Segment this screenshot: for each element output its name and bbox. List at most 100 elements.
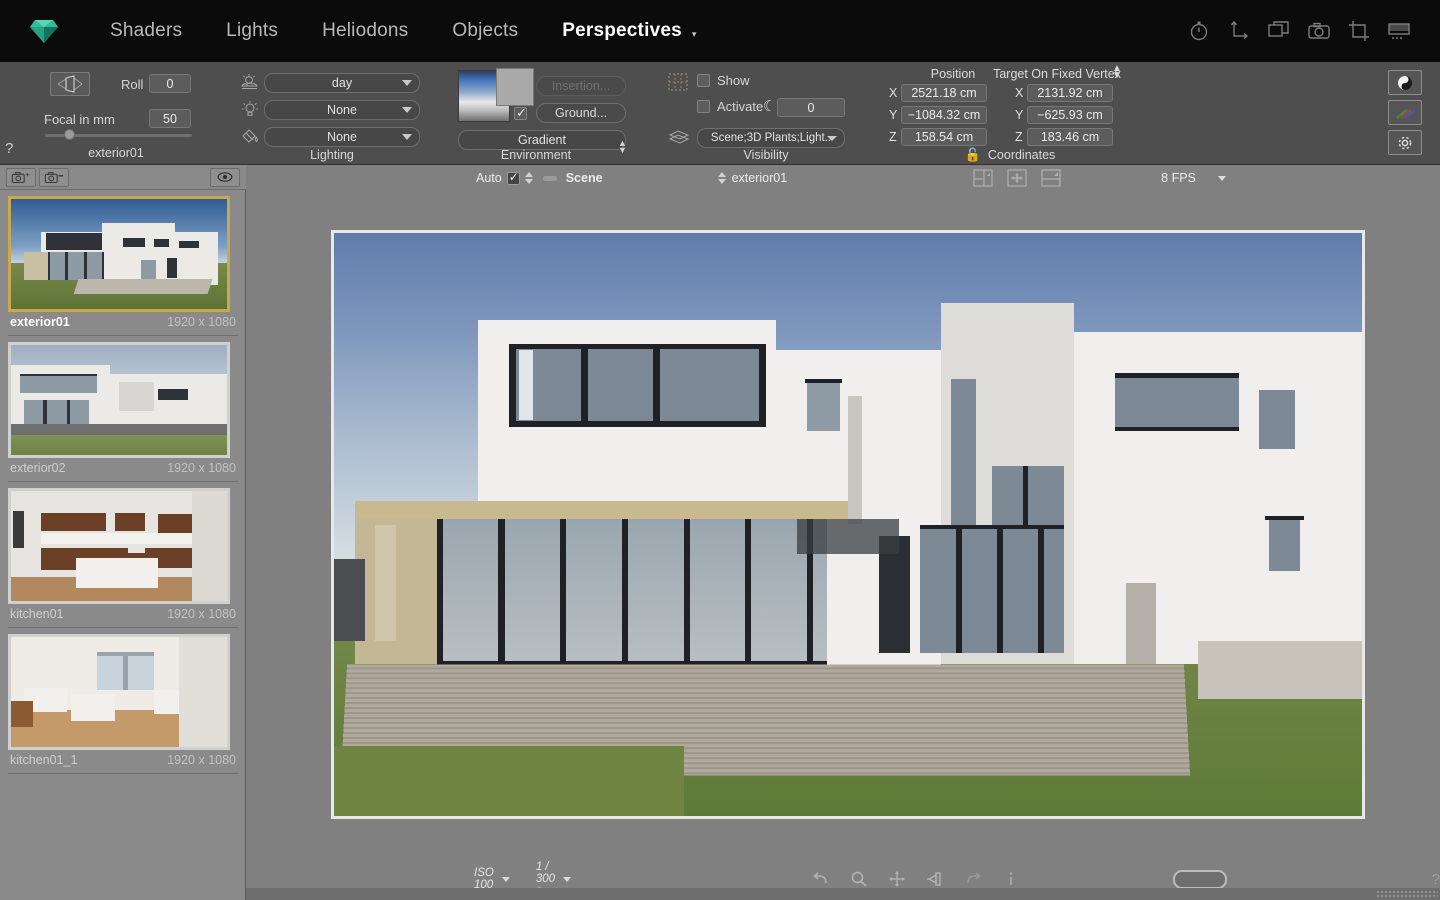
layers-value: Scene;3D Plants;Light..: [711, 132, 831, 144]
view-name: exterior02: [10, 461, 66, 475]
list-item[interactable]: exterior02 1920 x 1080: [0, 336, 246, 482]
chevron-down-icon[interactable]: [563, 877, 571, 882]
camera-icon[interactable]: [1306, 18, 1332, 44]
exterior-scene-preview: [11, 199, 227, 309]
menu-item-objects[interactable]: Objects: [430, 20, 540, 42]
zoom-icon[interactable]: [849, 870, 869, 888]
thumbnail-image[interactable]: [8, 488, 230, 604]
yin-yang-contrast-icon[interactable]: [1388, 70, 1422, 95]
axis-icon[interactable]: [1226, 18, 1252, 44]
environment-type-value: Gradient: [518, 133, 566, 147]
camera-minus-icon[interactable]: [39, 168, 69, 187]
kitchen-scene-preview: [11, 491, 227, 601]
heliodon-value: day: [332, 76, 352, 90]
layout-expand-icon[interactable]: [1041, 169, 1061, 187]
activate-input[interactable]: 0: [777, 98, 845, 117]
focal-slider[interactable]: [45, 134, 192, 137]
environment-group-title: Environment: [440, 148, 632, 162]
filmstrip-icon[interactable]: [1386, 18, 1412, 44]
views-thumbnail-list[interactable]: exterior01 1920 x 1080: [0, 190, 246, 900]
grass-foreground: [334, 746, 684, 816]
view-name: exterior01: [10, 315, 70, 329]
paint-bucket-icon: [240, 127, 260, 145]
thumbnail-image[interactable]: [8, 634, 230, 750]
target-z-input[interactable]: 183.46 cm: [1027, 128, 1113, 146]
list-item[interactable]: kitchen01 1920 x 1080: [0, 482, 246, 628]
window-bottom-strip: [246, 888, 1440, 900]
layout-center-icon[interactable]: [1007, 169, 1027, 187]
padlock-icon[interactable]: 🔓: [965, 147, 981, 163]
target-axis-z-label: Z: [1015, 130, 1023, 144]
layers-popup[interactable]: Scene;3D Plants;Light..: [697, 128, 845, 148]
environment-type-popup[interactable]: Gradient ▲▼: [458, 130, 626, 150]
render-canvas[interactable]: [331, 230, 1365, 819]
position-y-input[interactable]: −1084.32 cm: [901, 106, 987, 124]
insertion-button[interactable]: Insertion...: [536, 76, 626, 96]
pan-move-icon[interactable]: [887, 870, 907, 888]
timer-icon[interactable]: [1186, 18, 1212, 44]
chevron-down-icon[interactable]: [502, 877, 510, 882]
view-name: kitchen01: [10, 607, 64, 621]
resize-grip[interactable]: [1376, 890, 1438, 899]
focal-input[interactable]: 50: [149, 109, 191, 128]
menubar-tool-icons: [1186, 18, 1440, 44]
camera-plus-icon[interactable]: +: [6, 168, 36, 187]
ground-color-swatch[interactable]: [496, 68, 534, 106]
heliodon-popup[interactable]: day: [264, 73, 420, 93]
position-x-input[interactable]: 2521.18 cm: [901, 84, 987, 102]
show-checkbox[interactable]: [697, 74, 710, 87]
right-upper-window: [1115, 373, 1238, 431]
chevron-down-icon: [827, 136, 837, 141]
focal-slider-handle[interactable]: [64, 129, 75, 140]
position-z-input[interactable]: 158.54 cm: [901, 128, 987, 146]
perspective-cone-icon[interactable]: [50, 72, 90, 96]
camera-name-label: exterior01: [0, 146, 232, 160]
help-marker[interactable]: ?: [1432, 871, 1440, 888]
sidebar-toolbar: +: [0, 165, 246, 190]
target-x-input[interactable]: 2131.92 cm: [1027, 84, 1113, 102]
gear-settings-icon[interactable]: [1388, 130, 1422, 155]
preview-quality-slider[interactable]: [1173, 870, 1227, 889]
auto-checkbox[interactable]: [507, 172, 520, 185]
undo-icon[interactable]: [811, 870, 831, 888]
eye-icon[interactable]: [210, 168, 240, 187]
activate-checkbox[interactable]: [697, 100, 710, 113]
neon-popup[interactable]: None: [264, 100, 420, 120]
target-y-input[interactable]: −625.93 cm: [1027, 106, 1113, 124]
thumbnail-image[interactable]: [8, 196, 230, 312]
app-logo[interactable]: [0, 17, 88, 45]
scene-label: Scene: [566, 171, 603, 185]
scene-swatch-icon: [543, 176, 557, 181]
list-item[interactable]: kitchen01_1 1920 x 1080: [0, 628, 246, 774]
position-axis-z-label: Z: [889, 130, 897, 144]
ground-checkbox[interactable]: [514, 107, 527, 120]
menu-item-shaders[interactable]: Shaders: [88, 20, 204, 42]
sun-cloud-icon: [240, 73, 260, 91]
layers-icon: [667, 128, 691, 146]
menu-item-heliodons[interactable]: Heliodons: [300, 20, 430, 42]
thumbnail-image[interactable]: [8, 342, 230, 458]
spotlight-icon[interactable]: [925, 870, 945, 888]
window-icon[interactable]: [1266, 18, 1292, 44]
menu-item-lights[interactable]: Lights: [204, 20, 300, 42]
viewport-view-name: exterior01: [732, 171, 788, 185]
roll-input[interactable]: 0: [149, 74, 191, 93]
crop-icon[interactable]: [1346, 18, 1372, 44]
roll-label: Roll: [121, 77, 143, 92]
right-side-window: [1259, 390, 1295, 448]
dotted-grid-icon: [667, 72, 689, 92]
color-pencils-icon[interactable]: [1388, 100, 1422, 125]
target-stepper-icon[interactable]: ▲▼: [1112, 65, 1122, 79]
info-icon[interactable]: [1001, 870, 1021, 888]
chevron-down-icon[interactable]: ▾: [692, 29, 697, 40]
list-item[interactable]: exterior01 1920 x 1080: [0, 190, 246, 336]
ground-button[interactable]: Ground...: [536, 103, 626, 123]
menu-item-perspectives[interactable]: Perspectives: [540, 20, 692, 42]
shader-popup[interactable]: None: [264, 127, 420, 147]
redo-icon[interactable]: [963, 870, 983, 888]
auto-stepper[interactable]: [525, 171, 534, 186]
right-lower-window: [1269, 519, 1300, 571]
view-stepper[interactable]: [718, 171, 727, 186]
chevron-down-icon[interactable]: [1218, 176, 1226, 181]
layout-split-icon[interactable]: [973, 169, 993, 187]
